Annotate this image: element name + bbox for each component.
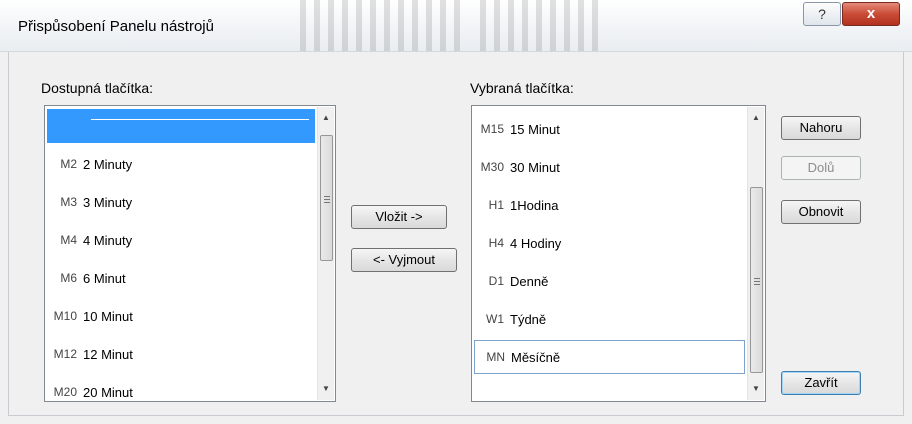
scrollbar[interactable]: ▲ ▼ [317, 107, 334, 400]
item-code: M15 [480, 122, 504, 136]
item-label: 1Hodina [510, 197, 559, 213]
close-window-button[interactable]: x [842, 2, 900, 26]
list-item[interactable]: M4 4 Minuty [47, 223, 315, 257]
item-code: M3 [60, 195, 77, 209]
help-button[interactable]: ? [803, 2, 841, 26]
selected-buttons-label: Vybraná tlačítka: [470, 80, 574, 96]
item-code: M12 [53, 347, 77, 361]
separator-line [91, 119, 309, 120]
item-code: M6 [60, 271, 77, 285]
item-label: 6 Minut [83, 270, 126, 286]
scroll-down-icon[interactable]: ▼ [748, 380, 764, 397]
item-label: Denně [510, 273, 549, 289]
grip-line [324, 196, 330, 197]
list-item[interactable] [47, 109, 315, 143]
item-label: 4 Hodiny [510, 235, 562, 251]
list-item[interactable]: M2 2 Minuty [47, 147, 315, 181]
list-item[interactable]: M15 15 Minut [474, 112, 745, 146]
item-label: 20 Minut [83, 384, 133, 400]
item-code: M30 [480, 160, 504, 174]
scrollbar[interactable]: ▲ ▼ [747, 107, 764, 400]
close-button[interactable]: Zavřít [781, 371, 861, 395]
reset-button[interactable]: Obnovit [781, 200, 861, 224]
scroll-thumb[interactable] [750, 187, 763, 373]
item-code: W1 [486, 312, 504, 326]
list-item[interactable]: M30 30 Minut [474, 150, 745, 184]
grip-line [754, 281, 760, 282]
item-code: M10 [53, 309, 77, 323]
grip-line [754, 278, 760, 279]
scroll-thumb[interactable] [320, 135, 333, 261]
item-label: Měsíčně [511, 349, 561, 365]
list-item[interactable]: MN Měsíčně [474, 340, 745, 374]
grip-line [324, 202, 330, 203]
move-up-button[interactable]: Nahoru [781, 116, 861, 140]
move-down-button[interactable]: Dolů [781, 156, 861, 180]
item-label: 15 Minut [510, 121, 560, 137]
item-code: H4 [488, 236, 504, 250]
list-item[interactable]: H4 4 Hodiny [474, 226, 745, 260]
grip-line [324, 199, 330, 200]
list-item[interactable]: H1 1Hodina [474, 188, 745, 222]
scroll-up-icon[interactable]: ▲ [318, 109, 334, 126]
list-item[interactable]: W1 Týdně [474, 302, 745, 336]
grip-line [754, 284, 760, 285]
background-ghost [300, 0, 460, 51]
item-code: H1 [488, 198, 504, 212]
available-buttons-list[interactable]: M2 2 Minuty M3 3 Minuty M4 4 Minuty M6 6 Minut M… [44, 105, 336, 402]
title-bar[interactable]: Přispůsobení Panelu nástrojů ? x [0, 0, 912, 52]
item-code: M20 [53, 385, 77, 399]
item-label: 2 Minuty [83, 156, 133, 172]
item-label: Týdně [510, 311, 547, 327]
item-code: D1 [488, 274, 504, 288]
selected-buttons-list[interactable]: M15 15 Minut M30 30 Minut H1 1Hodina H4 4 Hodin… [471, 105, 766, 402]
item-code: M4 [60, 233, 77, 247]
list-item[interactable]: M10 10 Minut [47, 299, 315, 333]
item-code: M2 [60, 157, 77, 171]
scroll-up-icon[interactable]: ▲ [748, 109, 764, 126]
list-item[interactable]: M12 12 Minut [47, 337, 315, 371]
item-label: 10 Minut [83, 308, 133, 324]
insert-button[interactable]: Vložit -> [351, 205, 447, 229]
dialog-title: Přispůsobení Panelu nástrojů [18, 18, 214, 35]
scroll-down-icon[interactable]: ▼ [318, 380, 334, 397]
list-item[interactable]: D1 Denně [474, 264, 745, 298]
background-ghost [480, 0, 600, 51]
item-code: MN [486, 350, 505, 364]
item-label: 30 Minut [510, 159, 560, 175]
remove-button[interactable]: <- Vyjmout [351, 248, 457, 272]
customize-toolbar-dialog: Přispůsobení Panelu nástrojů ? x Dostupn… [0, 0, 912, 424]
list-item[interactable]: M20 20 Minut [47, 375, 315, 401]
item-label: 3 Minuty [83, 194, 133, 210]
list-item[interactable]: M3 3 Minuty [47, 185, 315, 219]
item-label: 4 Minuty [83, 232, 133, 248]
item-label: 12 Minut [83, 346, 133, 362]
available-buttons-label: Dostupná tlačítka: [41, 80, 154, 96]
list-item[interactable]: M6 6 Minut [47, 261, 315, 295]
